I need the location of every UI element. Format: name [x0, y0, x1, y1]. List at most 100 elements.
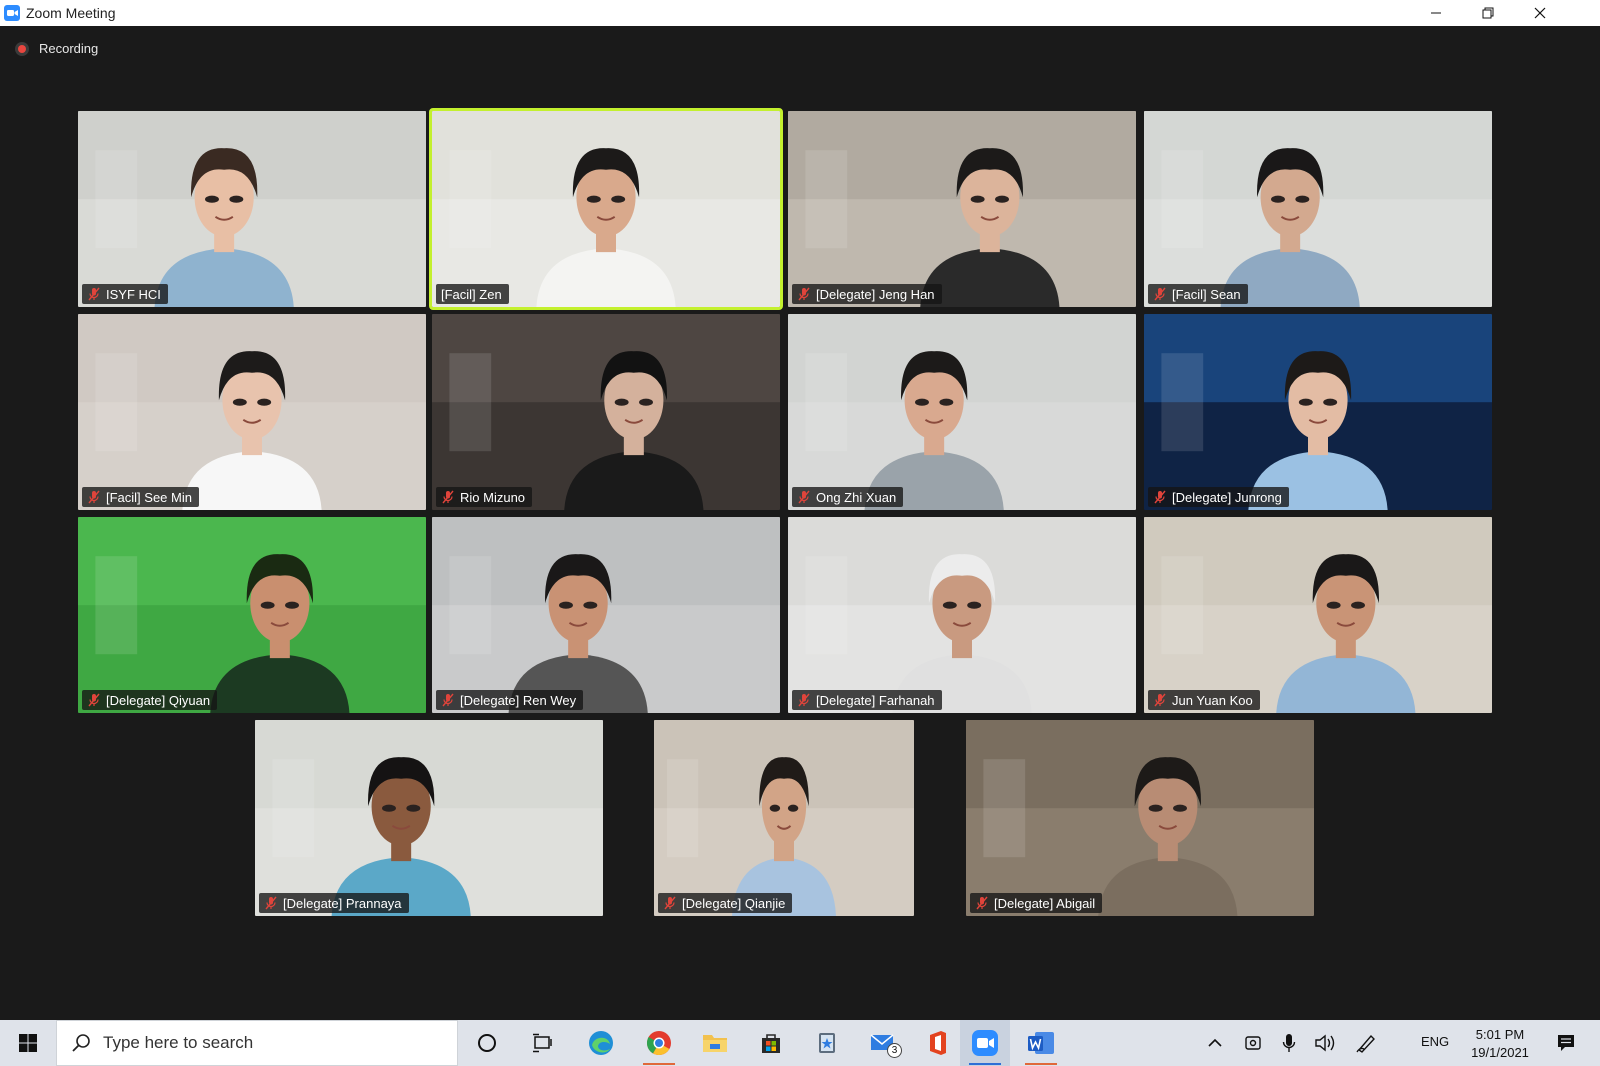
- participant-name-tag: ISYF HCI: [82, 284, 168, 304]
- store-icon: [762, 1034, 780, 1053]
- participant-name-tag: [Delegate] Qiyuan: [82, 690, 218, 710]
- muted-mic-icon: [265, 896, 277, 910]
- snipping-tool-icon: [819, 1033, 835, 1053]
- participant-video-feed: [1144, 111, 1492, 307]
- participant-name: ISYF HCI: [106, 286, 161, 302]
- restore-button[interactable]: [1462, 0, 1514, 26]
- participant-name: Ong Zhi Xuan: [816, 489, 897, 505]
- participant-video-tile[interactable]: [Delegate] Jeng Han: [788, 111, 1136, 307]
- muted-mic-icon: [976, 896, 988, 910]
- participant-video-tile[interactable]: [Delegate] Ren Wey: [432, 517, 780, 713]
- microphone-tray-button[interactable]: [1274, 1020, 1304, 1066]
- recording-indicator[interactable]: Recording: [15, 41, 98, 56]
- recording-label: Recording: [39, 41, 99, 56]
- participant-video-tile[interactable]: [Facil] Zen: [429, 108, 783, 310]
- taskbar-clock[interactable]: 5:01 PM 19/1/2021: [1458, 1026, 1542, 1062]
- clock-time: 5:01 PM: [1475, 1027, 1525, 1042]
- participant-video-feed: [78, 517, 426, 713]
- participant-video-tile[interactable]: ISYF HCI: [78, 111, 426, 307]
- participant-video-tile[interactable]: [Delegate] Abigail: [966, 720, 1314, 916]
- participant-video-tile[interactable]: Rio Mizuno: [432, 314, 780, 510]
- taskbar-search-box[interactable]: Type here to search: [56, 1020, 458, 1066]
- webcam-icon: [1245, 1036, 1261, 1050]
- participant-name-tag: [Delegate] Qianjie: [658, 893, 793, 913]
- participant-name-tag: [Facil] See Min: [82, 487, 199, 507]
- participant-video-tile[interactable]: Jun Yuan Koo: [1144, 517, 1492, 713]
- close-button[interactable]: [1514, 0, 1566, 26]
- camera-tray-button[interactable]: [1238, 1020, 1268, 1066]
- taskbar-store[interactable]: [746, 1020, 796, 1066]
- close-icon: [1534, 7, 1546, 19]
- taskbar-snip-app[interactable]: [802, 1020, 852, 1066]
- muted-mic-icon: [798, 693, 810, 707]
- cortana-button[interactable]: [462, 1020, 512, 1066]
- participant-video-feed: [966, 720, 1314, 916]
- window-title: Zoom Meeting: [26, 5, 116, 21]
- participant-name: [Delegate] Prannaya: [283, 895, 402, 911]
- volume-tray-button[interactable]: [1308, 1020, 1342, 1066]
- participant-name: [Delegate] Abigail: [994, 895, 1096, 911]
- participant-name-tag: [Delegate] Junrong: [1148, 487, 1289, 507]
- participant-video-feed: [255, 720, 603, 916]
- pen-icon: [1356, 1034, 1375, 1053]
- task-view-button[interactable]: [517, 1020, 567, 1066]
- office-icon: [930, 1031, 946, 1055]
- participant-name: [Delegate] Jeng Han: [816, 286, 935, 302]
- cortana-icon: [478, 1034, 496, 1052]
- muted-mic-icon: [798, 490, 810, 504]
- participant-video-feed: [78, 314, 426, 510]
- chrome-icon: [646, 1031, 671, 1056]
- taskbar-mail[interactable]: 3: [858, 1020, 908, 1066]
- notification-icon: [1558, 1035, 1574, 1051]
- minimize-button[interactable]: [1410, 0, 1462, 26]
- muted-mic-icon: [88, 287, 100, 301]
- participant-name: Jun Yuan Koo: [1172, 692, 1253, 708]
- minimize-icon: [1431, 12, 1441, 14]
- start-button[interactable]: [0, 1020, 56, 1066]
- microphone-icon: [1282, 1034, 1296, 1052]
- show-hidden-icons-button[interactable]: [1200, 1020, 1230, 1066]
- muted-mic-icon: [442, 490, 454, 504]
- taskbar-word[interactable]: [1016, 1020, 1066, 1066]
- taskbar-chrome[interactable]: [634, 1020, 684, 1066]
- participant-video-feed: [788, 517, 1136, 713]
- taskbar-file-explorer[interactable]: [690, 1020, 740, 1066]
- participant-name-tag: [Delegate] Ren Wey: [436, 690, 584, 710]
- participant-video-feed: [1144, 314, 1492, 510]
- language-indicator[interactable]: ENG: [1421, 1034, 1449, 1049]
- participant-video-tile[interactable]: Ong Zhi Xuan: [788, 314, 1136, 510]
- participant-video-feed: [432, 314, 780, 510]
- zoom-icon: [972, 1030, 998, 1056]
- participant-video-feed: [432, 111, 780, 307]
- muted-mic-icon: [1154, 490, 1166, 504]
- muted-mic-icon: [664, 896, 676, 910]
- participant-video-tile[interactable]: [Facil] Sean: [1144, 111, 1492, 307]
- mail-badge: 3: [887, 1043, 902, 1058]
- action-center-button[interactable]: [1548, 1020, 1584, 1066]
- window-titlebar: Zoom Meeting: [0, 0, 1600, 26]
- recording-dot-icon: [15, 41, 29, 56]
- participant-video-tile[interactable]: [Delegate] Qiyuan: [78, 517, 426, 713]
- participant-video-feed: [654, 720, 914, 916]
- participant-name: [Delegate] Ren Wey: [460, 692, 577, 708]
- participant-name: [Facil] Sean: [1172, 286, 1241, 302]
- participant-video-tile[interactable]: [Delegate] Junrong: [1144, 314, 1492, 510]
- participant-video-feed: [1144, 517, 1492, 713]
- taskbar-edge[interactable]: [576, 1020, 626, 1066]
- participant-name-tag: Ong Zhi Xuan: [792, 487, 904, 507]
- participant-video-tile[interactable]: [Delegate] Farhanah: [788, 517, 1136, 713]
- participant-video-tile[interactable]: [Delegate] Prannaya: [255, 720, 603, 916]
- folder-icon: [703, 1035, 727, 1052]
- participant-video-tile[interactable]: [Delegate] Qianjie: [654, 720, 914, 916]
- participant-name: [Delegate] Qianjie: [682, 895, 786, 911]
- pen-tray-button[interactable]: [1350, 1020, 1384, 1066]
- taskbar-office[interactable]: [913, 1020, 963, 1066]
- clock-date: 19/1/2021: [1471, 1045, 1529, 1060]
- participant-video-tile[interactable]: [Facil] See Min: [78, 314, 426, 510]
- word-icon: [1028, 1032, 1054, 1054]
- participant-name: [Facil] See Min: [106, 489, 192, 505]
- participant-name-tag: [Delegate] Abigail: [970, 893, 1103, 913]
- chevron-up-icon: [1208, 1038, 1222, 1047]
- taskbar-zoom[interactable]: [960, 1020, 1010, 1066]
- participant-video-feed: [788, 314, 1136, 510]
